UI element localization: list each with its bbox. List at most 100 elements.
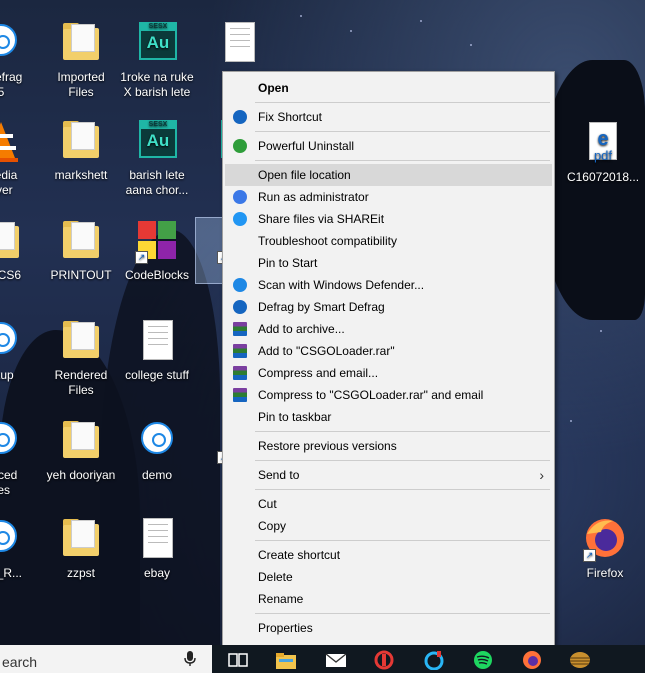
disc-icon [0,20,23,66]
menu-item-properties[interactable]: Properties [225,617,552,639]
menu-separator [255,613,550,614]
desktop-icon[interactable]: ebay [114,516,200,581]
desktop-icon[interactable]: yeh dooriyan [38,418,124,483]
desktop-icon[interactable]: college stuff [114,318,200,383]
menu-item-label: Compress to "CSGOLoader.rar" and email [258,388,484,402]
menu-item-create-shortcut[interactable]: Create shortcut [225,544,552,566]
disc-icon [0,418,23,464]
menu-item-label: Cut [258,497,277,511]
desktop-icon[interactable]: markshett [38,118,124,183]
menu-item-label: Send to [258,468,300,482]
smart-defrag-icon [233,300,247,314]
menu-item-run-as-administrator[interactable]: Run as administrator [225,186,552,208]
desktop-icon[interactable]: zzpst [38,516,124,581]
menu-item-cut[interactable]: Cut [225,493,552,515]
desktop-icon-label: CodeBlocks [124,268,190,282]
au-icon: SESX Au [135,20,179,66]
menu-item-label: Run as administrator [258,190,369,204]
menu-item-fix-shortcut[interactable]: Fix Shortcut [225,106,552,128]
desktop-icon[interactable]: Rendered Files [38,318,124,398]
desktop-icon-label: 1roke na ruke X barish lete [120,70,194,99]
folder-icon [59,516,103,562]
menu-item-label: Copy [258,519,287,533]
desktop-icon-label: barish lete aana chor... [125,168,189,197]
menu-item-label: Defrag by Smart Defrag [258,300,385,314]
menu-item-label: Open [258,81,289,95]
au-icon: SESX Au [135,118,179,164]
menu-item-restore-previous-versions[interactable]: Restore previous versions [225,435,552,457]
search-box[interactable]: earch [0,645,212,673]
menu-item-add-to-csgoloader-rar[interactable]: Add to "CSGOLoader.rar" [225,340,552,362]
menu-item-share-files-via-shareit[interactable]: Share files via SHAREit [225,208,552,230]
menu-item-defrag-by-smart-defrag[interactable]: Defrag by Smart Defrag [225,296,552,318]
desktop-icon-label: demo [141,468,173,482]
menu-item-scan-with-windows-defender[interactable]: Scan with Windows Defender... [225,274,552,296]
folder-icon [59,318,103,364]
winrar-icon [233,344,247,358]
menu-item-label: Powerful Uninstall [258,139,355,153]
menu-item-label: Rename [258,592,304,606]
menu-item-compress-and-email[interactable]: Compress and email... [225,362,552,384]
menu-item-label: Delete [258,570,293,584]
defender-icon [233,278,247,292]
menu-item-add-to-archive[interactable]: Add to archive... [225,318,552,340]
menu-item-troubleshoot-compatibility[interactable]: Troubleshoot compatibility [225,230,552,252]
menu-item-label: Troubleshoot compatibility [258,234,397,248]
context-menu: Open Fix Shortcut Powerful Uninstall Open f… [222,71,555,646]
menu-item-label: Add to archive... [258,322,345,336]
menu-item-open-file-location[interactable]: Open file location [225,164,552,186]
chevron-right-icon: › [539,467,544,483]
firefox-icon[interactable] [521,650,543,670]
desktop-icon-label: PRINTOUT [50,268,112,282]
menu-item-label: Restore previous versions [258,439,397,453]
uninstall-icon [233,139,247,153]
menu-item-send-to[interactable]: Send to › [225,464,552,486]
desktop-icon[interactable]: SESX Au 1roke na ruke X barish lete [114,20,200,100]
menu-item-label: Pin to taskbar [258,410,332,424]
winrar-icon [233,366,247,380]
menu-item-label: Add to "CSGOLoader.rar" [258,344,395,358]
shield-icon [233,190,247,204]
menu-item-label: Fix Shortcut [258,110,323,124]
menu-item-copy[interactable]: Copy [225,515,552,537]
menu-item-pin-to-taskbar[interactable]: Pin to taskbar [225,406,552,428]
shareit-icon [233,212,247,226]
desktop-icon[interactable]: PRINTOUT [38,218,124,283]
menu-item-rename[interactable]: Rename [225,588,552,610]
app-red-icon[interactable] [373,650,395,670]
task-view-icon[interactable] [227,650,249,670]
disc-icon [135,418,179,464]
desktop-icon-label: yeh dooriyan [46,468,116,482]
menu-item-open[interactable]: Open [225,77,552,99]
ccleaner-icon[interactable] [423,650,445,670]
spotify-icon[interactable] [472,650,494,670]
desktop-icon[interactable]: ↗ Firefox [562,516,645,581]
app-stripes-icon[interactable] [569,650,591,670]
file-explorer-icon[interactable] [275,650,297,670]
menu-item-compress-to-csgoloader-rar-and-email[interactable]: Compress to "CSGOLoader.rar" and email [225,384,552,406]
menu-item-label: Scan with Windows Defender... [258,278,425,292]
menu-item-powerful-uninstall[interactable]: Powerful Uninstall [225,135,552,157]
mail-icon[interactable] [325,650,347,670]
menu-separator [255,460,550,461]
firefox-icon: ↗ [583,516,627,562]
menu-item-delete[interactable]: Delete [225,566,552,588]
desktop-icon[interactable]: ↗ CodeBlocks [114,218,200,283]
microphone-icon[interactable] [184,651,196,667]
desktop-icon[interactable]: SESX Au barish lete aana chor... [114,118,200,198]
desktop-icon[interactable]: demo [114,418,200,483]
desktop-icon[interactable]: e pdf C16072018... [560,120,645,185]
menu-item-label: Create shortcut [258,548,341,562]
menu-item-pin-to-start[interactable]: Pin to Start [225,252,552,274]
search-text: earch [2,654,38,670]
winrar-icon [233,322,247,336]
codeblocks-icon: ↗ [135,218,179,264]
menu-item-label: Pin to Start [258,256,318,270]
doc-icon [135,516,179,562]
folder-icon [59,418,103,464]
desktop-icon[interactable]: Imported Files [38,20,124,100]
fix-shortcut-icon [233,110,247,124]
vlc-icon [0,118,23,164]
menu-item-label: Properties [258,621,313,635]
desktop-icon-label: Firefox [586,566,624,580]
